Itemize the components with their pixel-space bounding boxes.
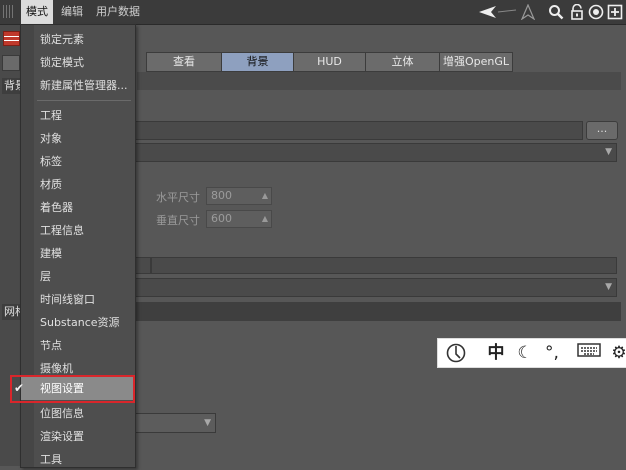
small-spinner-field[interactable] [135, 257, 151, 274]
menu-item-project-info[interactable]: 工程信息 [21, 220, 135, 241]
vertical-size-value: 600 [211, 212, 232, 225]
menu-item-object[interactable]: 对象 [21, 128, 135, 149]
arrow-up-icon[interactable] [520, 4, 536, 20]
image-path-field[interactable] [135, 121, 583, 140]
dropdown-select-2[interactable]: ▼ [135, 278, 617, 297]
vertical-size-label: 垂直尺寸 [156, 214, 200, 227]
gear-icon[interactable]: ⚙ [610, 341, 626, 365]
ime-logo-icon[interactable] [444, 341, 470, 365]
lock-icon[interactable] [569, 4, 585, 20]
menu-item-lock-element[interactable]: 锁定元素 [21, 29, 135, 50]
menu-item-project[interactable]: 工程 [21, 105, 135, 126]
menu-item-render-settings[interactable]: 渲染设置 [21, 426, 135, 447]
menu-item-bitmap-info[interactable]: 位图信息 [21, 403, 135, 424]
menu-separator [37, 100, 131, 101]
search-icon[interactable] [548, 4, 564, 20]
punctuation-icon[interactable]: °, [540, 341, 564, 365]
tab-view[interactable]: 查看 [146, 52, 222, 72]
dropdown-select[interactable]: ▼ [135, 143, 617, 162]
menu-edit[interactable]: 编辑 [56, 0, 88, 24]
highlight-box: ✔ [10, 375, 135, 403]
horizontal-size-label: 水平尺寸 [156, 191, 200, 204]
menu-item-layer[interactable]: 层 [21, 266, 135, 287]
ime-toolbar: 中 ☾ °, ⚙ [437, 338, 626, 368]
brick-wall-icon [3, 31, 20, 46]
menu-item-tools[interactable]: 工具 [21, 449, 135, 470]
slider-track[interactable] [151, 257, 617, 274]
menu-bar: 模式 编辑 用户数据 [0, 0, 626, 25]
dropdown-select-3[interactable]: ▼ [135, 413, 216, 433]
vertical-size-input[interactable]: 600 ▲ [206, 210, 272, 228]
menu-user-data[interactable]: 用户数据 [91, 0, 145, 24]
horizontal-size-input[interactable]: 800 ▲ [206, 187, 272, 205]
keyboard-icon[interactable] [576, 341, 602, 365]
menu-item-timeline-window[interactable]: 时间线窗口 [21, 289, 135, 310]
target-icon[interactable] [588, 4, 604, 20]
menu-item-node[interactable]: 节点 [21, 335, 135, 356]
menu-item-substance-assets[interactable]: Substance资源 [21, 312, 135, 333]
menu-item-modeling[interactable]: 建模 [21, 243, 135, 264]
menu-mode[interactable]: 模式 [21, 0, 53, 24]
menu-item-new-attribute-manager[interactable]: 新建属性管理器... [21, 75, 135, 96]
browse-button[interactable]: ... [586, 121, 618, 140]
spinner-icon[interactable]: ▲ [262, 211, 268, 227]
new-window-icon[interactable] [607, 4, 623, 20]
grip-handle-icon[interactable] [3, 5, 15, 18]
ime-language-toggle[interactable]: 中 [484, 341, 508, 365]
panel-toggle-button[interactable] [2, 55, 20, 71]
spinner-icon[interactable]: ▲ [262, 188, 268, 204]
menu-item-shader[interactable]: 着色器 [21, 197, 135, 218]
menu-item-lock-mode[interactable]: 锁定模式 [21, 52, 135, 73]
checkmark-icon: ✔ [14, 381, 25, 395]
menu-item-tag[interactable]: 标签 [21, 151, 135, 172]
moon-icon[interactable]: ☾ [514, 341, 536, 365]
tab-hud[interactable]: HUD [293, 52, 366, 72]
horizontal-size-value: 800 [211, 189, 232, 202]
chevron-down-icon: ▼ [605, 282, 612, 292]
chevron-down-icon: ▼ [605, 147, 612, 157]
menu-item-material[interactable]: 材质 [21, 174, 135, 195]
chevron-down-icon: ▼ [204, 418, 211, 428]
section-header [137, 72, 621, 90]
tab-background[interactable]: 背景 [221, 52, 294, 72]
arrow-left-icon[interactable] [478, 4, 518, 20]
tab-stereo[interactable]: 立体 [365, 52, 440, 72]
tab-enhanced-opengl[interactable]: 增强OpenGL [439, 52, 513, 72]
